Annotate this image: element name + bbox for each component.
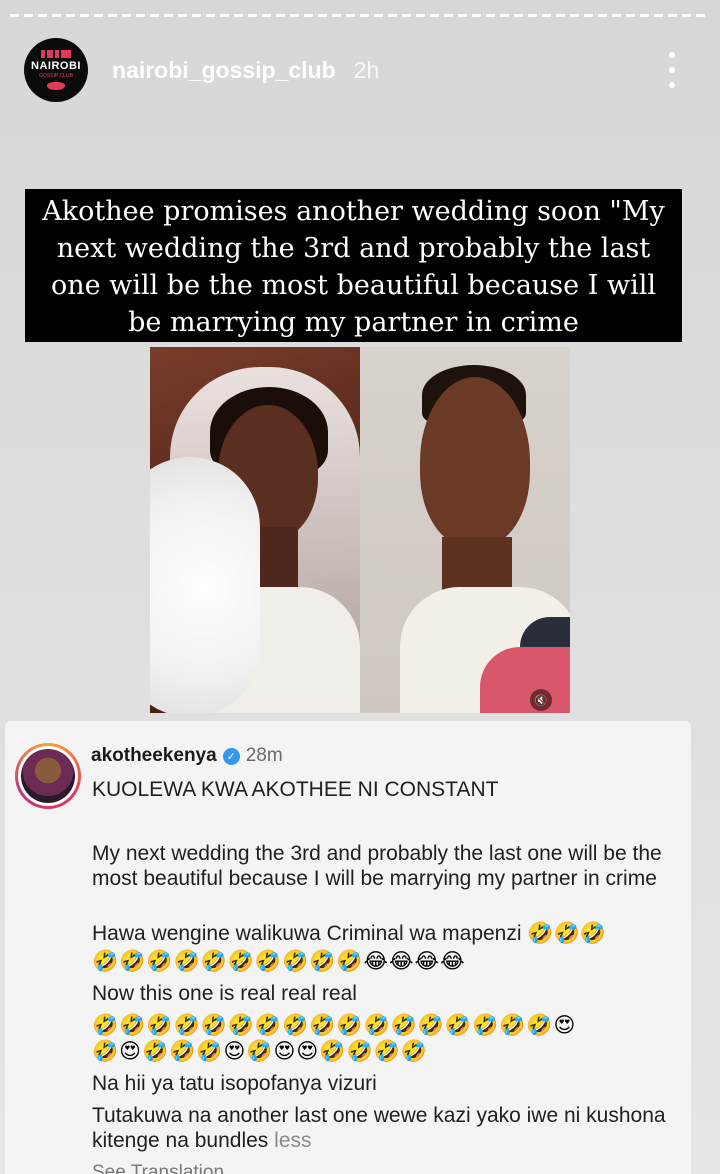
story-photos: 🔇	[150, 347, 570, 713]
story-viewer: NAIROBI GOSSIP CLUB nairobi_gossip_club …	[0, 0, 720, 1174]
lips-icon	[47, 82, 65, 90]
comment-card: akotheekenya ✓ 28m KUOLEWA KWA AKOTHEE N…	[5, 721, 691, 1174]
bride-photo	[150, 347, 360, 713]
see-translation-link[interactable]: See Translation	[92, 1162, 224, 1174]
avatar-logo-subtext: GOSSIP CLUB	[39, 73, 73, 79]
story-progress-bar	[10, 14, 710, 17]
feather-fan	[150, 457, 260, 713]
more-options-icon[interactable]	[667, 52, 677, 88]
comment-line-text: Tutakuwa na another last one wewe kazi y…	[92, 1104, 666, 1152]
comment-time: 28m	[245, 745, 283, 766]
comment-line: KUOLEWA KWA AKOTHEE NI CONSTANT	[92, 778, 499, 801]
mute-icon[interactable]: 🔇	[530, 689, 552, 711]
story-headline: Akothee promises another wedding soon "M…	[25, 189, 682, 342]
story-username[interactable]: nairobi_gossip_club	[112, 57, 336, 84]
commenter-avatar[interactable]	[15, 743, 81, 809]
avatar-logo-text: NAIROBI	[31, 60, 81, 72]
comment-line: Hawa wengine walikuwa Criminal wa mapenz…	[92, 922, 606, 945]
story-time: 2h	[353, 56, 380, 83]
skyline-icon	[41, 50, 71, 58]
story-header: NAIROBI GOSSIP CLUB nairobi_gossip_club …	[24, 38, 696, 102]
commenter-username[interactable]: akotheekenya	[91, 745, 217, 767]
verified-badge-icon: ✓	[222, 747, 240, 765]
account-avatar[interactable]: NAIROBI GOSSIP CLUB	[24, 38, 88, 102]
comment-line: My next wedding the 3rd and probably the…	[92, 842, 662, 890]
comment-emoji-line: 🤣🤣🤣🤣🤣🤣🤣🤣🤣🤣😂😂😂😂	[92, 949, 466, 973]
comment-line: Tutakuwa na another last one wewe kazi y…	[92, 1103, 672, 1153]
comment-emoji-line: 🤣🤣🤣🤣🤣🤣🤣🤣🤣🤣🤣🤣🤣🤣🤣🤣🤣😍	[92, 1013, 577, 1037]
comment-line: Na hii ya tatu isopofanya vizuri	[92, 1072, 377, 1095]
old-photo: 🔇	[360, 347, 570, 713]
less-link[interactable]: less	[274, 1129, 311, 1152]
comment-emoji-line: 🤣😍🤣🤣🤣😍🤣😍😍🤣🤣🤣🤣	[92, 1039, 428, 1063]
comment-line: Now this one is real real real	[92, 982, 357, 1005]
